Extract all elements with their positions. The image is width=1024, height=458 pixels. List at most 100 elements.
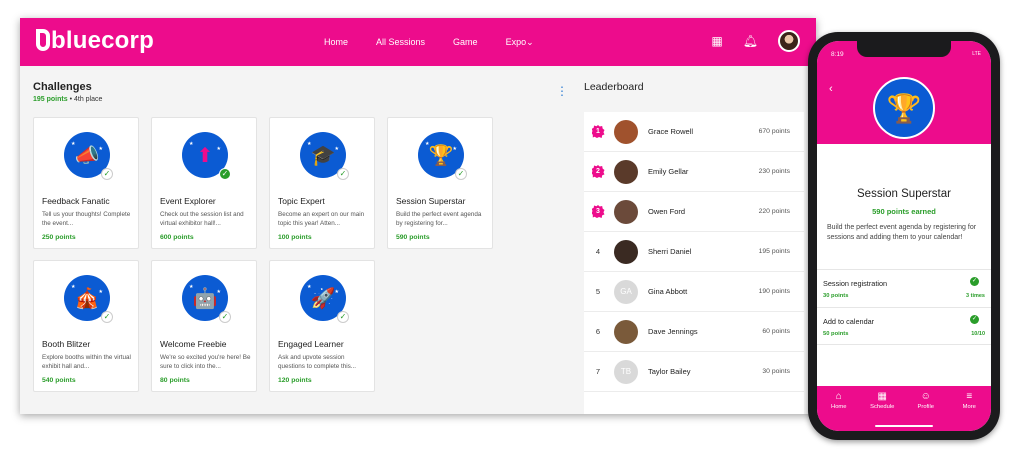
more-icon: ≡ <box>966 391 973 402</box>
challenges-title: Challenges <box>33 81 92 93</box>
challenge-description: Build the perfect event agenda by regist… <box>396 211 482 227</box>
check-icon: ✓ <box>101 311 113 323</box>
star-icon: ★ <box>189 284 194 290</box>
challenge-points: 100 points <box>278 234 312 241</box>
task-item[interactable]: Add to calendar 50 points ✓ 10/10 <box>817 307 991 345</box>
rank: 4 <box>584 247 612 256</box>
tab-more[interactable]: ≡ More <box>949 391 989 431</box>
rank: 3 <box>584 205 612 218</box>
challenge-detail-earned: 590 points earned <box>872 207 936 216</box>
tab-label: Home <box>831 404 847 410</box>
nav-game[interactable]: Game <box>453 37 478 47</box>
phone-header: 8:19 LTE ‹ 🏆 <box>817 41 991 144</box>
leaderboard-row[interactable]: 2 Emily Gellar 230 points <box>584 152 804 192</box>
leaderboard-name: Emily Gellar <box>648 167 689 176</box>
brand-name: bluecorp <box>51 27 154 54</box>
leaderboard-points: 670 points <box>758 128 790 135</box>
avatar[interactable] <box>778 30 800 52</box>
leaderboard-row[interactable]: 3 Owen Ford 220 points <box>584 192 804 232</box>
back-icon[interactable]: ‹ <box>829 83 833 95</box>
task-item[interactable]: Session registration 30 points ✓ 3 times <box>817 269 991 307</box>
avatar: TB <box>614 359 638 384</box>
star-icon: ★ <box>98 146 103 152</box>
leaderboard-points: 195 points <box>758 248 790 255</box>
main-nav: Home All Sessions Game Expo⌄ <box>324 18 534 66</box>
profile-icon: ☺ <box>920 391 931 402</box>
avatar: GA <box>614 279 638 304</box>
schedule-icon: ▦ <box>877 391 887 402</box>
check-icon: ✓ <box>101 168 113 180</box>
challenge-card[interactable]: ★ ★ 🤖 ✓ Welcome Freebie We're so excited you'… <box>151 260 257 392</box>
check-icon: ✓ <box>455 168 467 180</box>
check-icon: ✓ <box>970 277 979 286</box>
calendar-icon[interactable]: ▦ <box>711 30 722 52</box>
tab-label: More <box>962 404 976 410</box>
star-icon: ★ <box>189 141 194 147</box>
trophy-icon: 🏆 <box>873 77 935 139</box>
challenge-description: Become an expert on our main topic this … <box>278 211 365 227</box>
bell-icon[interactable]: 🔔︎ <box>743 30 758 52</box>
star-icon: ★ <box>71 284 76 290</box>
star-icon: ★ <box>425 141 430 147</box>
leaderboard-points: 190 points <box>758 288 790 295</box>
leaderboard-row[interactable]: 1 Grace Rowell 670 points <box>584 112 804 152</box>
challenge-description: Explore booths within the virtual exhibi… <box>42 354 131 370</box>
home-indicator <box>875 425 933 427</box>
nav-expo[interactable]: Expo⌄ <box>506 37 534 48</box>
rocket-icon: ★ ★ 🚀 ✓ <box>300 275 349 323</box>
leaderboard-row[interactable]: 4 Sherri Daniel 195 points <box>584 232 804 272</box>
challenge-card[interactable]: ★ ★ 📣 ✓ Feedback Fanatic Tell us your thought… <box>33 117 139 249</box>
rank-number: 5 <box>595 287 601 296</box>
challenge-card[interactable]: ★ ★ 🎓 ✓ Topic Expert Become an expert on our … <box>269 117 375 249</box>
tab-home[interactable]: ⌂ Home <box>819 391 859 431</box>
challenge-card[interactable]: ★ ★ 🎪 ✓ Booth Blitzer Explore booths within t… <box>33 260 139 392</box>
nav-home[interactable]: Home <box>324 37 348 47</box>
leaderboard-name: Sherri Daniel <box>648 247 692 256</box>
star-icon: ★ <box>307 284 312 290</box>
rank: 1 <box>584 125 612 138</box>
badge-glyph: ⬆ <box>196 144 214 167</box>
avatar <box>614 319 638 344</box>
star-icon: ★ <box>216 289 221 295</box>
rank-badge-icon: 3 <box>591 205 605 218</box>
avatar <box>614 239 638 264</box>
challenge-title: Topic Expert <box>278 196 325 206</box>
phone-notch <box>857 41 951 57</box>
star-icon: ★ <box>71 141 76 147</box>
star-icon: ★ <box>307 141 312 147</box>
challenge-card[interactable]: ★ ★ 🏆 ✓ Session Superstar Build the perfect e… <box>387 117 493 249</box>
rank: 7 <box>584 367 612 376</box>
challenge-description: Check out the session list and virtual e… <box>160 211 244 227</box>
leaderboard-row[interactable]: 6 Dave Jennings 60 points <box>584 312 804 352</box>
star-icon: ★ <box>98 289 103 295</box>
task-points: 50 points <box>823 331 849 337</box>
brand-logo[interactable]: bluecorp <box>36 27 154 55</box>
challenge-description: Tell us your thoughts! Complete the even… <box>42 211 131 227</box>
task-count: 3 times <box>966 293 985 299</box>
challenge-title: Engaged Learner <box>278 339 344 349</box>
challenge-title: Welcome Freebie <box>160 339 227 349</box>
megaphone-icon: ★ ★ 📣 ✓ <box>64 132 113 180</box>
rank-badge-icon: 1 <box>591 125 605 138</box>
challenge-title: Booth Blitzer <box>42 339 91 349</box>
nav-all-sessions[interactable]: All Sessions <box>376 37 425 47</box>
header-actions: ▦ 🔔︎ <box>711 30 800 52</box>
challenge-points: 120 points <box>278 377 312 384</box>
chevron-down-icon: ⌄ <box>526 36 534 47</box>
tab-label: Profile <box>917 404 934 410</box>
badge-glyph: 📣 <box>74 144 100 167</box>
leaderboard-list: 1 Grace Rowell 670 points 2 Emily Gellar 230 … <box>584 112 804 414</box>
leaderboard-row[interactable]: 7 TB Taylor Bailey 30 points <box>584 352 804 392</box>
challenge-card[interactable]: ★ ★ 🚀 ✓ Engaged Learner Ask and upvote sessio… <box>269 260 375 392</box>
more-options-icon[interactable]: ⋮ <box>556 85 568 97</box>
rank-badge-icon: 2 <box>591 165 605 178</box>
leaderboard-points: 60 points <box>762 328 790 335</box>
home-icon: ⌂ <box>835 391 842 402</box>
challenge-title: Session Superstar <box>396 196 466 206</box>
challenge-card[interactable]: ★ ★ ⬆ ✓ Event Explorer Check out the session … <box>151 117 257 249</box>
summary-separator: • <box>69 96 73 103</box>
check-icon: ✓ <box>219 168 231 180</box>
nav-expo-label: Expo <box>505 36 527 47</box>
leaderboard-row[interactable]: 5 GA Gina Abbott 190 points <box>584 272 804 312</box>
challenge-points: 540 points <box>42 377 76 384</box>
